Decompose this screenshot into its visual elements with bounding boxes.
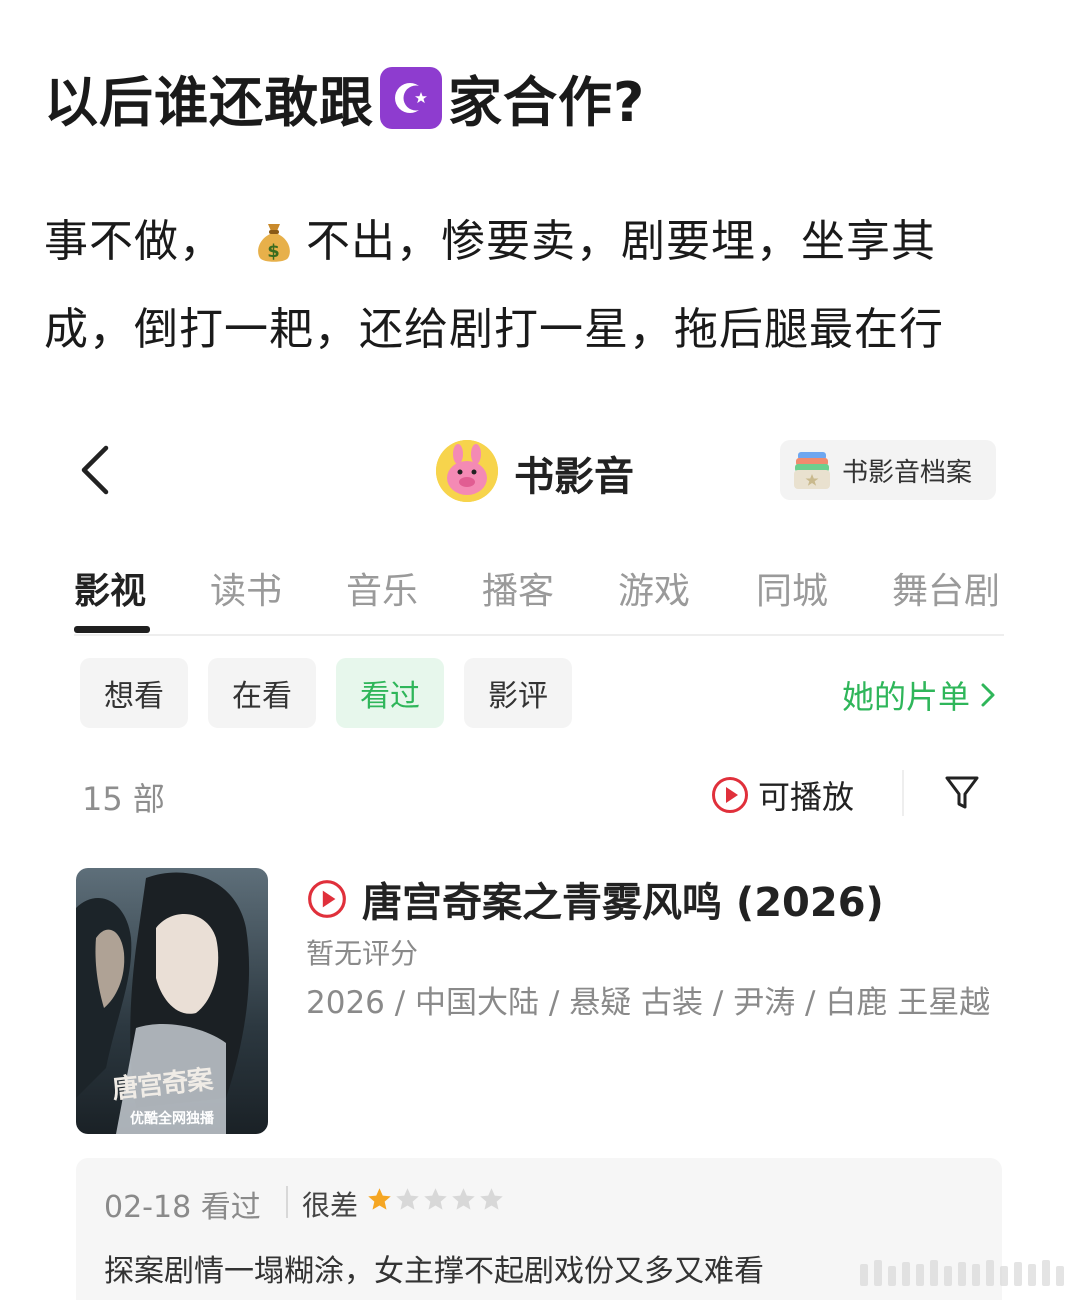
filter-watched[interactable]: 看过 (336, 658, 444, 728)
star-rating (366, 1186, 506, 1213)
item-count: 15 部 (82, 780, 165, 818)
review-verdict: 很差 (302, 1189, 359, 1222)
star-empty-icon (396, 1188, 419, 1210)
page-title: 书影音 (514, 454, 634, 500)
her-list-link-label: 她的片单 (842, 678, 971, 716)
pig-avatar-icon (436, 440, 498, 502)
post-title-text-after: 家合作? (448, 71, 646, 134)
filter-funnel-icon[interactable] (944, 774, 980, 812)
post-body-text: 成，倒打一耙，还给剧打一星，拖后腿最在行 (44, 304, 944, 355)
app-nav-bar: 书影音 书影音档案 (40, 430, 1000, 510)
filter-reviews[interactable]: 影评 (464, 658, 572, 728)
chevron-left-icon[interactable] (76, 440, 116, 500)
filter-watching[interactable]: 在看 (208, 658, 316, 728)
active-tab-indicator (74, 626, 150, 633)
tab-local[interactable]: 同城 (756, 562, 828, 614)
her-list-link[interactable]: 她的片单 (842, 672, 996, 718)
post-body-line: 成，倒打一耙，还给剧打一星，拖后腿最在行 (44, 286, 1044, 374)
post-body-text: 事不做， (44, 216, 224, 267)
play-circle-icon (308, 880, 346, 918)
movie-title[interactable]: 唐宫奇案之青雾风鸣 (2026) (306, 870, 884, 928)
movie-poster[interactable]: 唐宫奇案 优酷全网独播 (76, 868, 268, 1134)
post-body: 事不做， $ 不出，惨要卖，剧要埋，坐享其 成，倒打一耙，还给剧打一星，拖后腿最… (44, 198, 1044, 374)
poster-badge: 优酷全网独播 (130, 1111, 214, 1127)
review-text: 探案剧情一塌糊涂，女主撑不起剧戏份又多又难看 (104, 1254, 764, 1289)
watermark-icon (860, 1260, 1064, 1286)
star-empty-icon (424, 1188, 447, 1210)
star-empty-icon (480, 1188, 503, 1210)
avatar[interactable] (436, 440, 498, 502)
chevron-right-icon (981, 683, 995, 707)
tab-stage[interactable]: 舞台剧 (892, 562, 1000, 614)
play-circle-icon (712, 777, 748, 813)
review-date: 02-18 看过 (104, 1190, 261, 1225)
post-body-line: 事不做， $ 不出，惨要卖，剧要埋，坐享其 (44, 198, 1044, 286)
playable-toggle[interactable]: 可播放 (710, 772, 854, 818)
tab-film-tv[interactable]: 影视 (74, 562, 146, 614)
movie-meta: 2026 / 中国大陆 / 悬疑 古装 / 尹涛 / 白鹿 王星越 (306, 985, 991, 1021)
filter-want-to-watch[interactable]: 想看 (80, 658, 188, 728)
divider (286, 1186, 288, 1218)
archive-box-icon (794, 452, 830, 489)
post-body-text: 不出，惨要卖，剧要埋，坐享其 (306, 216, 936, 267)
tab-podcasts[interactable]: 播客 (482, 562, 554, 614)
playable-toggle-label: 可播放 (758, 778, 855, 816)
category-tabs: 影视 读书 音乐 播客 游戏 同城 舞台剧 (74, 556, 1004, 636)
divider (902, 770, 904, 816)
tab-music[interactable]: 音乐 (346, 562, 418, 614)
tab-games[interactable]: 游戏 (618, 562, 690, 614)
money-bag-icon: $ (258, 224, 290, 262)
post-title-text-before: 以后谁还敢跟 (44, 71, 374, 134)
post-title: 以后谁还敢跟 家合作? (44, 58, 645, 137)
svg-text:$: $ (267, 241, 281, 262)
archive-button[interactable]: 书影音档案 (780, 440, 996, 500)
star-and-crescent-icon (380, 66, 442, 129)
star-empty-icon (452, 1188, 475, 1210)
star-filled-icon (368, 1188, 391, 1210)
rating-status: 暂无评分 (306, 937, 419, 970)
tab-books[interactable]: 读书 (210, 562, 282, 614)
movie-title-text: 唐宫奇案之青雾风鸣 (2026) (362, 880, 884, 926)
archive-button-label: 书影音档案 (842, 457, 973, 488)
